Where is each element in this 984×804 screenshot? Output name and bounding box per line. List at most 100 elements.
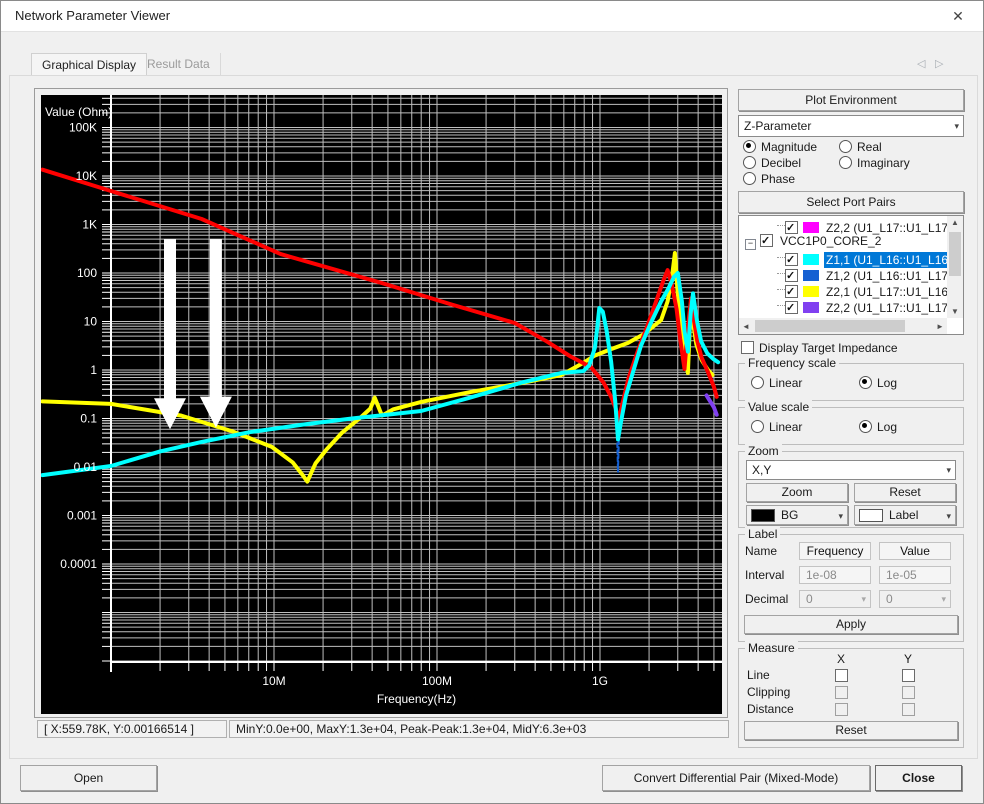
y-tick-label: 1K [82, 218, 97, 232]
network-parameter-viewer-window: Network Parameter Viewer ✕ Graphical Dis… [0, 0, 984, 804]
curve-color-swatch [803, 222, 819, 233]
measure-reset-button[interactable]: Reset [744, 721, 958, 740]
port-pair-label[interactable]: VCC1P0_CORE_2 [778, 233, 883, 249]
x-tick-label: 10M [262, 674, 285, 688]
annotation-down-arrow [154, 239, 186, 429]
radio-magnitude[interactable]: Magnitude [743, 140, 817, 154]
value-log-radio[interactable]: Log [859, 420, 897, 434]
tab-next-icon[interactable]: ▷ [935, 57, 943, 70]
y-tick-label: 1 [90, 363, 97, 377]
tree-vscroll-thumb[interactable] [949, 232, 961, 276]
apply-button[interactable]: Apply [744, 615, 958, 634]
radio-real-circle [839, 140, 852, 153]
y-axis-title: Value (Ohm) [45, 105, 112, 119]
value-scale-group: Value scale Linear Log [738, 407, 964, 445]
radio-phase-circle [743, 172, 756, 185]
port-pair-row[interactable]: Z2,1 (U1_L17::U1_L16 [739, 281, 947, 297]
y-tick-label: 0.1 [80, 412, 97, 426]
curve-purple-tail [707, 395, 717, 414]
x-tick-label: 100M [422, 674, 452, 688]
measure-clipping-label: Clipping [747, 685, 790, 699]
scroll-up-icon[interactable]: ▲ [947, 216, 963, 230]
select-port-pairs-button[interactable]: Select Port Pairs [738, 191, 964, 213]
close-button[interactable]: Close [875, 765, 962, 791]
radio-phase[interactable]: Phase [743, 172, 795, 186]
label-group-title: Label [745, 527, 780, 541]
plot-area[interactable]: Value (Ohm)100K10K1K1001010.10.010.0010.… [41, 95, 722, 714]
plot-environment-button[interactable]: Plot Environment [738, 89, 964, 111]
chevron-down-icon: ▾ [838, 511, 843, 522]
checkbox-box [741, 341, 754, 354]
value-linear-circle [751, 420, 764, 433]
measure-line-label: Line [747, 668, 770, 682]
radio-decibel[interactable]: Decibel [743, 156, 801, 170]
zoom-mode-select[interactable]: X,Y ▾ [746, 460, 956, 480]
port-pairs-tree[interactable]: Z2,2 (U1_L17::U1_L17−VCC1P0_CORE_2Z1,1 (… [738, 215, 964, 335]
measure-line-x-checkbox[interactable] [835, 669, 848, 682]
value-linear-radio[interactable]: Linear [751, 420, 802, 434]
frequency-linear-circle [751, 376, 764, 389]
tree-hscroll-thumb[interactable] [755, 320, 905, 332]
measure-title: Measure [745, 641, 798, 655]
measure-clipping-y-checkbox [902, 686, 915, 699]
port-pair-row[interactable]: Z2,2 (U1_L17::U1_L17 [739, 217, 947, 233]
open-button[interactable]: Open [20, 765, 157, 791]
measure-line-y-checkbox[interactable] [902, 669, 915, 682]
convert-differential-pair-button[interactable]: Convert Differential Pair (Mixed-Mode) [602, 765, 870, 791]
tree-hscrollbar[interactable]: ◄ ► [739, 318, 947, 334]
title-bar: Network Parameter Viewer ✕ [1, 1, 983, 32]
frequency-linear-radio[interactable]: Linear [751, 376, 802, 390]
curve-color-swatch [803, 286, 819, 297]
port-pair-row[interactable]: Z1,1 (U1_L16::U1_L16 [739, 249, 947, 265]
tab-prev-icon[interactable]: ◁ [917, 57, 925, 70]
measure-clipping-x-checkbox [835, 686, 848, 699]
port-pair-checkbox[interactable] [785, 301, 798, 314]
measure-distance-x-checkbox [835, 703, 848, 716]
port-pair-label[interactable]: Z2,2 (U1_L17::U1_L17 [824, 300, 947, 316]
bg-color-swatch [751, 509, 775, 522]
frequency-scale-group: Frequency scale Linear Log [738, 363, 964, 401]
radio-real[interactable]: Real [839, 140, 882, 154]
tree-vscrollbar[interactable]: ▲ ▼ [947, 216, 963, 318]
measure-distance-label: Distance [747, 702, 794, 716]
port-pair-row[interactable]: Z2,2 (U1_L17::U1_L17 [739, 297, 947, 313]
curve-color-swatch [803, 270, 819, 281]
tab-graphical-display[interactable]: Graphical Display [31, 53, 147, 76]
port-pair-checkbox[interactable] [760, 234, 773, 247]
frequency-log-circle [859, 376, 872, 389]
port-pair-row[interactable]: −VCC1P0_CORE_2 [739, 233, 947, 249]
scroll-right-icon[interactable]: ► [933, 318, 947, 334]
label-name-value: Value [879, 542, 951, 560]
annotation-down-arrow [200, 239, 232, 428]
value-scale-title: Value scale [745, 400, 812, 414]
frequency-linear-label: Linear [769, 376, 802, 390]
zoom-mode-value: X,Y [752, 463, 771, 477]
tab-result-data[interactable]: Result Data [137, 53, 221, 76]
interval-frequency-input[interactable]: 1e-08 [799, 566, 871, 584]
zoom-reset-button[interactable]: Reset [854, 483, 956, 502]
decimal-value-select[interactable]: 0 ▾ [879, 590, 951, 608]
chevron-down-icon: ▾ [954, 116, 959, 136]
cursor-position-status: [ X:559.78K, Y:0.00166514 ] [37, 720, 227, 738]
display-target-impedance-label: Display Target Impedance [759, 341, 898, 355]
label-color-select[interactable]: Label ▾ [854, 505, 956, 525]
port-pair-row[interactable]: Z1,2 (U1_L16::U1_L17 [739, 265, 947, 281]
interval-value-input[interactable]: 1e-05 [879, 566, 951, 584]
y-tick-label: 0.001 [67, 509, 97, 523]
bg-color-label: BG [781, 508, 798, 522]
frequency-log-radio[interactable]: Log [859, 376, 897, 390]
display-target-impedance-checkbox[interactable]: Display Target Impedance [741, 341, 898, 355]
curve-stats-status: MinY:0.0e+00, MaxY:1.3e+04, Peak-Peak:1.… [229, 720, 729, 738]
zoom-title: Zoom [745, 444, 782, 458]
decimal-frequency-select[interactable]: 0 ▾ [799, 590, 871, 608]
label-name-frequency: Frequency [799, 542, 871, 560]
bg-color-select[interactable]: BG ▾ [746, 505, 848, 525]
zoom-button[interactable]: Zoom [746, 483, 848, 502]
decimal-value-value: 0 [886, 592, 893, 606]
radio-imaginary[interactable]: Imaginary [839, 156, 910, 170]
measure-col-y: Y [904, 652, 912, 666]
parameter-select[interactable]: Z-Parameter ▾ [738, 115, 964, 137]
scroll-left-icon[interactable]: ◄ [739, 318, 753, 334]
close-icon[interactable]: ✕ [945, 5, 971, 27]
scroll-down-icon[interactable]: ▼ [947, 304, 963, 318]
